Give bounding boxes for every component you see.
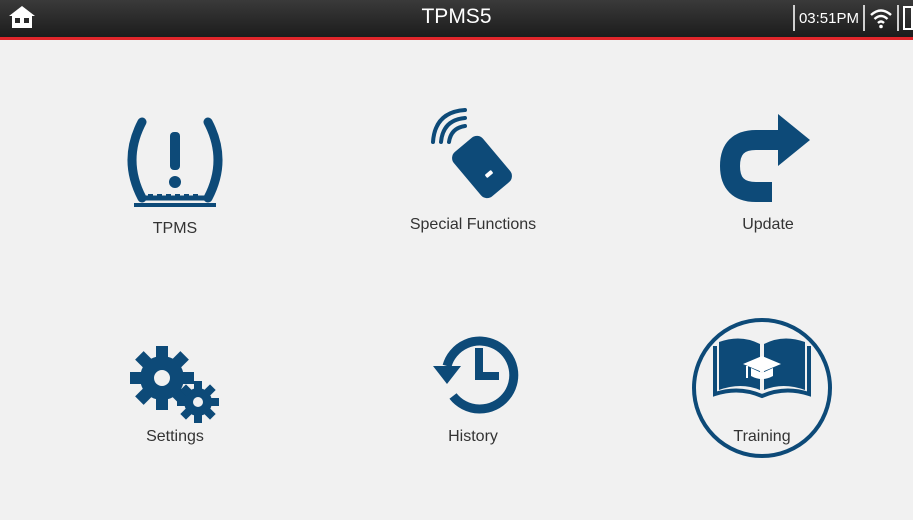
- update-tile[interactable]: Update: [658, 100, 878, 270]
- wifi-icon: [870, 9, 892, 29]
- training-label: Training: [733, 428, 791, 445]
- special-functions-tile[interactable]: Special Functions: [363, 100, 583, 270]
- app-title: TPMS5: [421, 5, 492, 28]
- tpms-tile[interactable]: TPMS: [65, 100, 285, 270]
- divider: [897, 5, 899, 31]
- settings-tile[interactable]: Settings: [65, 330, 285, 500]
- training-tile[interactable]: Training: [652, 330, 872, 500]
- battery-icon: [903, 6, 913, 30]
- tpms-warning-icon: [65, 116, 285, 208]
- special-functions-label: Special Functions: [409, 216, 537, 233]
- tpms-label: TPMS: [152, 220, 198, 237]
- settings-label: Settings: [146, 428, 204, 445]
- history-tile[interactable]: History: [363, 330, 583, 500]
- history-label: History: [448, 428, 498, 445]
- update-label: Update: [742, 216, 794, 233]
- status-area: 03:51PM: [789, 2, 913, 34]
- redo-arrow-icon: [658, 112, 878, 202]
- clock-history-icon: [363, 330, 583, 416]
- gears-icon: [65, 344, 285, 424]
- divider: [792, 5, 795, 31]
- clock-time: 03:51PM: [798, 9, 859, 27]
- key-fob-signal-icon: [363, 106, 583, 202]
- top-bar: TPMS5 03:51PM: [0, 0, 913, 40]
- graduation-book-icon: [652, 332, 872, 402]
- divider: [863, 5, 865, 31]
